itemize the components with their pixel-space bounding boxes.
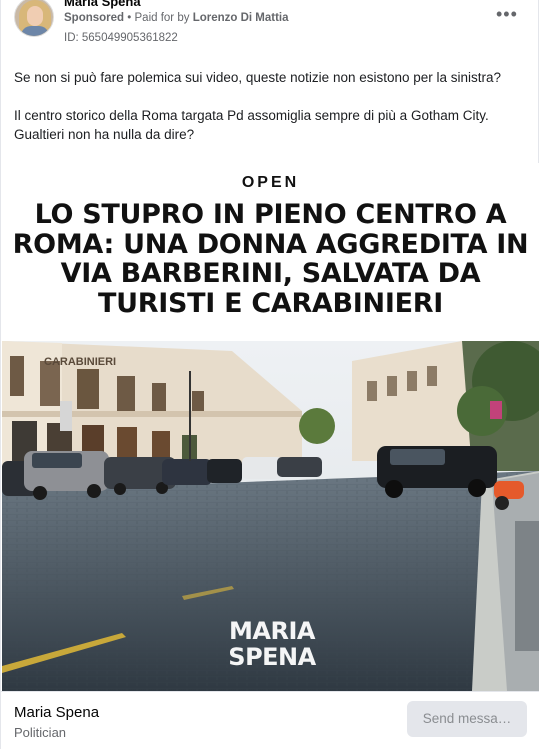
ad-image[interactable]: OPEN LO STUPRO IN PIENO CENTRO A ROMA: U…	[2, 163, 539, 691]
sponsored-meta: Sponsored • Paid for by Lorenzo Di Matti…	[64, 12, 289, 24]
send-message-button[interactable]: Send messa…	[407, 701, 527, 737]
maria-spena-watermark: MARIA SPENA	[228, 617, 316, 671]
post-text-paragraph: Il centro storico della Roma targata Pd …	[14, 108, 489, 142]
ad-id: ID: 565049905361822	[64, 32, 178, 44]
post-text: Se non si può fare polemica sui video, q…	[14, 68, 529, 163]
open-logo: OPEN	[241, 174, 300, 191]
sponsored-label: Sponsored	[64, 12, 125, 24]
ad-post-card: Maria Spena Sponsored • Paid for by Lore…	[0, 0, 539, 749]
post-text-paragraph: Se non si può fare polemica sui video, q…	[14, 70, 502, 85]
author-avatar[interactable]	[14, 0, 54, 37]
paid-for-prefix: Paid for by	[134, 12, 190, 24]
carabinieri-sign: CARABINIERI	[44, 356, 116, 368]
page-category: Politician	[14, 725, 67, 740]
image-headline: LO STUPRO IN PIENO CENTRO A ROMA: UNA DO…	[12, 199, 529, 319]
paid-for-name: Lorenzo Di Mattia	[192, 12, 289, 24]
post-footer: Maria Spena Politician Send messa…	[1, 691, 539, 749]
more-options-icon[interactable]: •••	[496, 5, 518, 23]
author-name[interactable]: Maria Spena	[64, 0, 141, 9]
post-header: Maria Spena Sponsored • Paid for by Lore…	[1, 0, 539, 52]
page-name[interactable]: Maria Spena	[14, 704, 99, 721]
meta-separator: •	[127, 12, 132, 24]
